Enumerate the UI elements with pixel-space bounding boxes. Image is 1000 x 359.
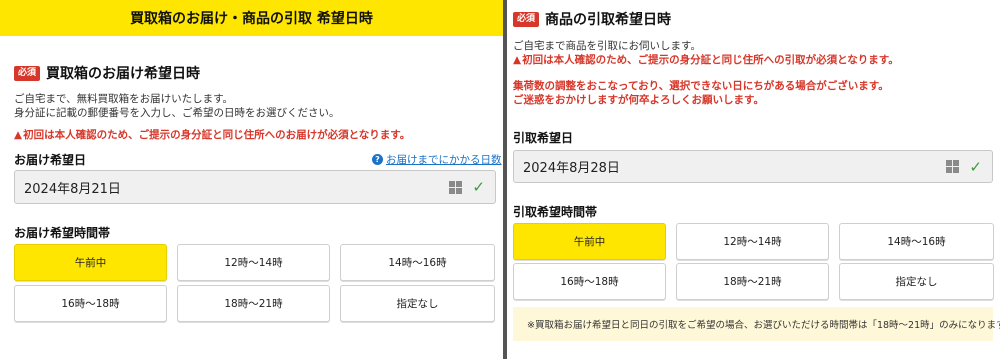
delivery-slot-14-16[interactable]: 14時〜16時	[340, 244, 495, 281]
pickup-panel: 必須 商品の引取希望日時 ご自宅まで商品を引取にお伺いします。 ▲初回は本人確認…	[507, 0, 1000, 359]
pickup-time-label: 引取希望時間帯	[513, 205, 598, 219]
delivery-slot-none[interactable]: 指定なし	[340, 285, 495, 322]
pickup-slot-none[interactable]: 指定なし	[839, 263, 994, 300]
check-icon: ✓	[969, 157, 982, 176]
delivery-slot-morning[interactable]: 午前中	[14, 244, 167, 281]
pickup-date-value: 2024年8月28日	[523, 161, 620, 176]
pickup-slot-morning[interactable]: 午前中	[513, 223, 666, 260]
pickup-notice-line2: ご迷惑をおかけしますが何卒よろしくお願いします。	[513, 94, 764, 106]
pickup-date-label: 引取希望日	[513, 131, 574, 145]
calendar-grid-icon[interactable]	[449, 180, 463, 194]
pickup-section-heading: 必須 商品の引取希望日時	[513, 9, 671, 29]
delivery-slot-18-21[interactable]: 18時〜21時	[177, 285, 330, 322]
pickup-date-field[interactable]: 2024年8月28日 ✓	[513, 150, 993, 183]
pickup-warning-text: 初回は本人確認のため、ご提示の身分証と同じ住所への引取が必須となります。	[522, 54, 899, 66]
delivery-panel: 買取箱のお届け・商品の引取 希望日時 必須 買取箱のお届け希望日時 ご自宅まで、…	[0, 0, 503, 359]
pickup-section-title: 商品の引取希望日時	[545, 12, 672, 28]
check-icon: ✓	[472, 178, 485, 196]
same-day-footnote: ※買取箱お届け希望日と同日の引取をご希望の場合、お選びいただける時間帯は「18時…	[513, 307, 1000, 341]
delivery-date-value: 2024年8月21日	[24, 181, 121, 197]
delivery-slot-16-18[interactable]: 16時〜18時	[14, 285, 167, 322]
delivery-desc-line2: 身分証に記載の郵便番号を入力し、ご希望の日時をお選びください。	[14, 107, 340, 119]
pickup-slot-18-21[interactable]: 18時〜21時	[676, 263, 829, 300]
delivery-date-field[interactable]: 2024年8月21日 ✓	[14, 170, 496, 204]
delivery-section-title: 買取箱のお届け希望日時	[46, 66, 201, 82]
pickup-slot-14-16[interactable]: 14時〜16時	[839, 223, 994, 260]
pickup-notice-line1: 集荷数の調整をおこなっており、選択できない日にちがある場合がございます。	[513, 80, 889, 92]
delivery-slot-12-14[interactable]: 12時〜14時	[177, 244, 330, 281]
pickup-slot-12-14[interactable]: 12時〜14時	[676, 223, 829, 260]
warning-triangle-icon: ▲	[513, 54, 522, 66]
delivery-time-label: お届け希望時間帯	[14, 226, 111, 240]
required-badge: 必須	[14, 65, 41, 81]
question-circle-icon: ?	[372, 154, 383, 165]
warning-triangle-icon: ▲	[14, 129, 23, 141]
pickup-warning: ▲初回は本人確認のため、ご提示の身分証と同じ住所への引取が必須となります。	[513, 53, 899, 67]
delivery-days-help-link[interactable]: ? お届けまでにかかる日数	[372, 152, 502, 167]
delivery-date-label: お届け希望日	[14, 153, 87, 167]
delivery-desc-line1: ご自宅まで、無料買取箱をお届けいたします。	[14, 93, 234, 105]
required-badge: 必須	[513, 11, 540, 27]
calendar-grid-icon[interactable]	[946, 160, 960, 173]
pickup-desc-line1: ご自宅まで商品を引取にお伺いします。	[513, 40, 701, 52]
banner-title: 買取箱のお届け・商品の引取 希望日時	[0, 0, 503, 36]
delivery-warning-text: 初回は本人確認のため、ご提示の身分証と同じ住所へのお届けが必須となります。	[23, 129, 411, 141]
delivery-section-heading: 必須 買取箱のお届け希望日時	[14, 63, 200, 83]
pickup-slot-16-18[interactable]: 16時〜18時	[513, 263, 666, 300]
help-link-text: お届けまでにかかる日数	[386, 154, 502, 166]
delivery-warning: ▲初回は本人確認のため、ご提示の身分証と同じ住所へのお届けが必須となります。	[14, 128, 410, 142]
